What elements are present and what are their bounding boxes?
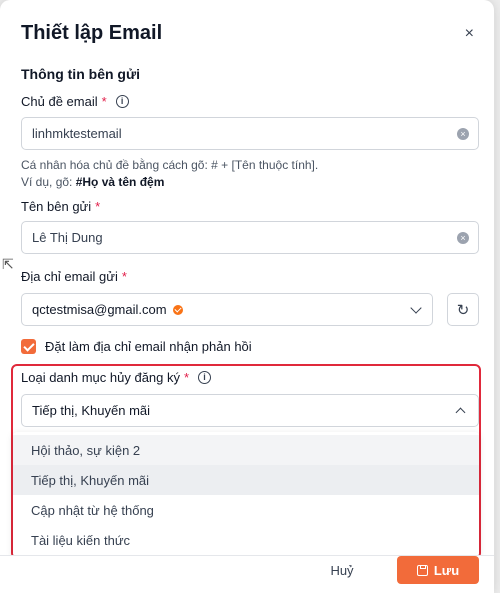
mouse-pointer-icon: ⇱ <box>2 256 14 272</box>
sender-email-value: qctestmisa@gmail.com <box>32 302 167 317</box>
verified-badge-icon <box>172 304 183 315</box>
sender-email-label: Địa chỉ email gửi * <box>21 269 127 284</box>
close-icon[interactable]: × <box>465 26 474 42</box>
required-mark: * <box>184 370 190 385</box>
chevron-down-icon[interactable] <box>410 302 422 314</box>
hint-example: #Họ và tên đệm <box>75 175 165 189</box>
subject-hint-line1: Cá nhân hóa chủ đề bằng cách gõ: # + [Tê… <box>21 158 319 172</box>
required-mark: * <box>121 269 127 284</box>
email-settings-dialog: Thiết lập Email × Thông tin bên gửi Chủ … <box>0 0 494 593</box>
subject-label-text: Chủ đề email <box>21 94 98 109</box>
sender-name-input[interactable]: Lê Thị Dung × <box>21 221 479 254</box>
required-mark: * <box>95 199 101 214</box>
info-icon[interactable]: i <box>198 371 212 384</box>
unsubscribe-dropdown: Hội thảo, sự kiện 2 Tiếp thị, Khuyến mãi… <box>13 432 479 557</box>
save-button[interactable]: Lưu <box>397 556 479 584</box>
sender-email-label-text: Địa chỉ email gửi <box>21 269 118 284</box>
sender-name-label-text: Tên bên gửi <box>21 199 92 214</box>
unsubscribe-label-text: Loại danh mục hủy đăng ký <box>21 370 180 385</box>
dropdown-option[interactable]: Tài liệu kiến thức <box>13 525 479 555</box>
refresh-button[interactable]: ↻ <box>447 293 479 326</box>
subject-label: Chủ đề email * i <box>21 94 129 109</box>
save-label: Lưu <box>433 562 460 578</box>
reply-address-option[interactable]: Đặt làm địa chỉ email nhận phản hồi <box>21 339 252 354</box>
hint-prefix: Ví dụ, gõ: <box>21 175 76 189</box>
save-icon <box>416 564 428 576</box>
reply-address-checkbox[interactable] <box>21 339 36 354</box>
dialog-title: Thiết lập Email <box>21 22 163 44</box>
sender-section-title: Thông tin bên gửi <box>21 66 140 82</box>
dialog-footer: Huỷ Lưu <box>0 555 494 593</box>
cancel-button[interactable]: Huỷ <box>322 564 362 588</box>
info-icon[interactable]: i <box>115 95 129 108</box>
chevron-up-icon[interactable] <box>455 407 466 418</box>
dropdown-option[interactable]: Cập nhật từ hệ thống <box>13 495 479 525</box>
unsubscribe-category-select[interactable]: Tiếp thị, Khuyến mãi <box>21 394 479 427</box>
subject-hint-line2: Ví dụ, gõ: #Họ và tên đệm <box>21 174 164 190</box>
clear-icon[interactable]: × <box>457 232 469 244</box>
clear-icon[interactable]: × <box>457 128 469 140</box>
dropdown-option[interactable]: Hội thảo, sự kiện 2 <box>13 435 479 465</box>
sender-email-select[interactable]: qctestmisa@gmail.com <box>21 293 433 326</box>
refresh-icon: ↻ <box>456 301 470 319</box>
unsubscribe-label: Loại danh mục hủy đăng ký * i <box>21 370 212 385</box>
unsubscribe-selected-value: Tiếp thị, Khuyến mãi <box>32 403 151 418</box>
sender-name-value: Lê Thị Dung <box>32 230 103 245</box>
required-mark: * <box>101 94 107 109</box>
dropdown-option[interactable]: Tiếp thị, Khuyến mãi <box>13 465 479 495</box>
sender-name-label: Tên bên gửi * <box>21 199 100 214</box>
subject-input-value: linhmktestemail <box>32 126 122 141</box>
reply-address-label: Đặt làm địa chỉ email nhận phản hồi <box>45 339 252 354</box>
subject-input[interactable]: linhmktestemail × <box>21 117 479 150</box>
